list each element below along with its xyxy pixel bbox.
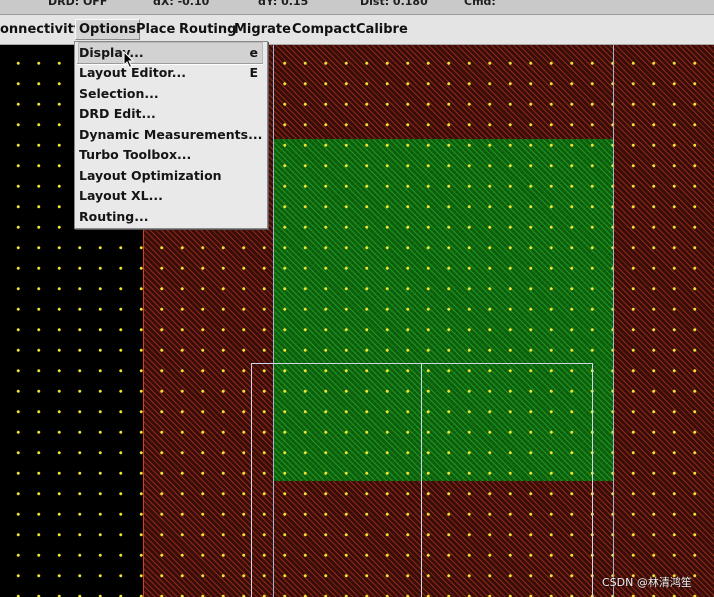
- status-drd: DRD: OFF: [48, 0, 108, 8]
- selection-box[interactable]: [251, 363, 593, 597]
- status-dx: dX: -0.10: [153, 0, 210, 8]
- options-item-selection[interactable]: Selection...: [79, 84, 262, 104]
- layout-editor-window: DRD: OFF dX: -0.10 dY: 0.15 Dist: 0.180 …: [0, 0, 714, 597]
- metal-shape-right: [613, 45, 714, 597]
- menu-options[interactable]: Options: [75, 19, 140, 40]
- menu-calibre[interactable]: Calibre: [356, 20, 408, 39]
- options-item-layout-xl[interactable]: Layout XL...: [79, 186, 262, 206]
- menu-compact[interactable]: Compact: [292, 20, 356, 39]
- status-dist: Dist: 0.180: [360, 0, 428, 8]
- status-dy: dY: 0.15: [258, 0, 309, 8]
- status-cmd: Cmd:: [464, 0, 496, 8]
- menu-place[interactable]: Place: [136, 20, 175, 39]
- boundary-line: [613, 45, 614, 597]
- menu-migrate[interactable]: Migrate: [234, 20, 291, 39]
- watermark: CSDN @林清鸿笙: [602, 576, 692, 589]
- menu-connectivity[interactable]: onnectivity: [0, 20, 82, 39]
- options-dropdown: Display... e Layout Editor... E Selectio…: [74, 41, 268, 229]
- selection-center-line: [421, 363, 422, 597]
- mouse-pointer-icon: [123, 51, 135, 69]
- options-item-layout-editor[interactable]: Layout Editor... E: [79, 63, 262, 83]
- status-bar: DRD: OFF dX: -0.10 dY: 0.15 Dist: 0.180 …: [0, 0, 714, 15]
- options-item-layout-optimization[interactable]: Layout Optimization: [79, 166, 262, 186]
- options-item-dynamic-measurements[interactable]: Dynamic Measurements...: [79, 125, 262, 145]
- menu-routing[interactable]: Routing: [179, 20, 236, 39]
- options-item-display[interactable]: Display... e: [78, 42, 263, 64]
- options-item-routing[interactable]: Routing...: [79, 207, 262, 227]
- options-item-drd-edit[interactable]: DRD Edit...: [79, 104, 262, 124]
- metal-shape-top: [273, 45, 613, 139]
- options-item-turbo-toolbox[interactable]: Turbo Toolbox...: [79, 145, 262, 165]
